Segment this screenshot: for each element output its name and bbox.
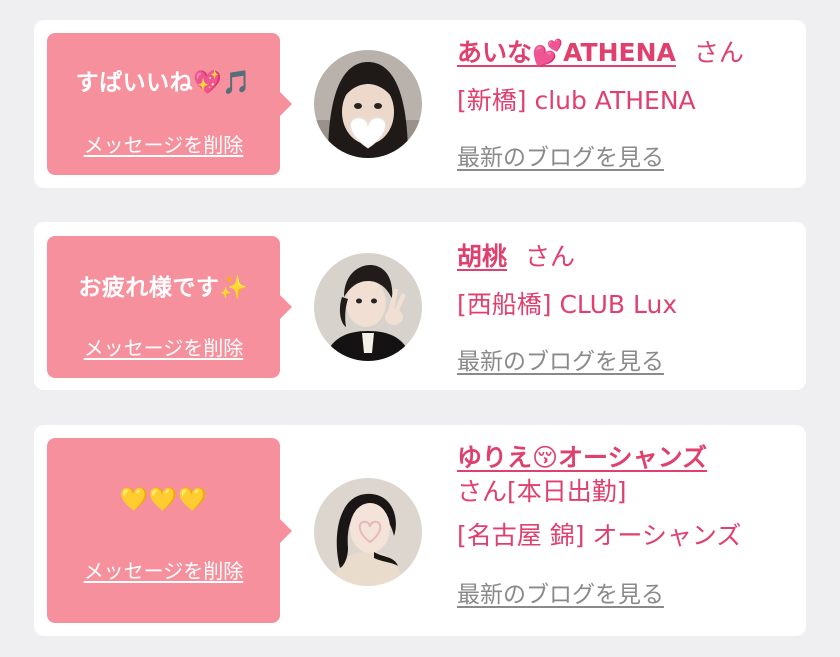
cast-name-line: あいな💕ATHENA さん [457,36,788,70]
cast-info: あいな💕ATHENA さん [新橋] club ATHENA 最新のブログを見る [457,36,788,172]
cast-name-link[interactable]: あいな💕ATHENA [457,38,676,67]
cast-info: 胡桃 さん [西船橋] CLUB Lux 最新のブログを見る [457,240,788,376]
delete-message-link[interactable]: メッセージを削除 [47,555,280,584]
avatar[interactable] [314,50,422,158]
cast-name-line: ゆりえ😚オーシャンズ さん[本日出勤] [457,441,788,509]
cast-name-line: 胡桃 さん [457,240,788,274]
delete-message-link[interactable]: メッセージを削除 [47,332,280,361]
honorific: さん [525,242,576,271]
cast-info: ゆりえ😚オーシャンズ さん[本日出勤] [名古屋 錦] オーシャンズ 最新のブログ… [457,441,788,609]
message-card: お疲れ様です✨ メッセージを削除 胡桃 さん [西船橋] CLUB Lux 最新… [34,222,806,390]
avatar-photo [314,478,422,586]
message-list: すぱいいね💖🎵 メッセージを削除 あいな💕ATHENA さん [新橋] club … [0,0,840,657]
message-card: 💛💛💛 メッセージを削除 ゆりえ😚オーシャンズ さん[本日出勤] [名古屋 錦] … [34,425,806,636]
message-card: すぱいいね💖🎵 メッセージを削除 あいな💕ATHENA さん [新橋] club … [34,20,806,188]
status-badge: [本日出勤] [507,477,627,506]
shop-name: [西船橋] CLUB Lux [457,290,678,319]
shop-name: [新橋] club ATHENA [457,86,696,115]
latest-blog-link[interactable]: 最新のブログを見る [457,342,664,376]
message-text: お疲れ様です✨ [78,275,249,301]
avatar[interactable] [314,253,422,361]
avatar-photo [314,253,422,361]
avatar-photo [314,50,422,158]
message-bubble: お疲れ様です✨ メッセージを削除 [47,236,292,378]
shop-name: [名古屋 錦] オーシャンズ [457,521,742,550]
message-text: すぱいいね💖🎵 [75,70,252,96]
message-bubble: 💛💛💛 メッセージを削除 [47,438,292,623]
honorific: さん [457,477,508,506]
message-bubble: すぱいいね💖🎵 メッセージを削除 [47,33,292,175]
cast-name-link[interactable]: ゆりえ😚オーシャンズ [457,443,707,472]
message-text: 💛💛💛 [119,487,208,513]
cast-name-link[interactable]: 胡桃 [457,242,507,271]
latest-blog-link[interactable]: 最新のブログを見る [457,138,664,172]
latest-blog-link[interactable]: 最新のブログを見る [457,575,664,609]
honorific: さん [693,38,744,67]
delete-message-link[interactable]: メッセージを削除 [47,129,280,158]
avatar[interactable] [314,478,422,586]
